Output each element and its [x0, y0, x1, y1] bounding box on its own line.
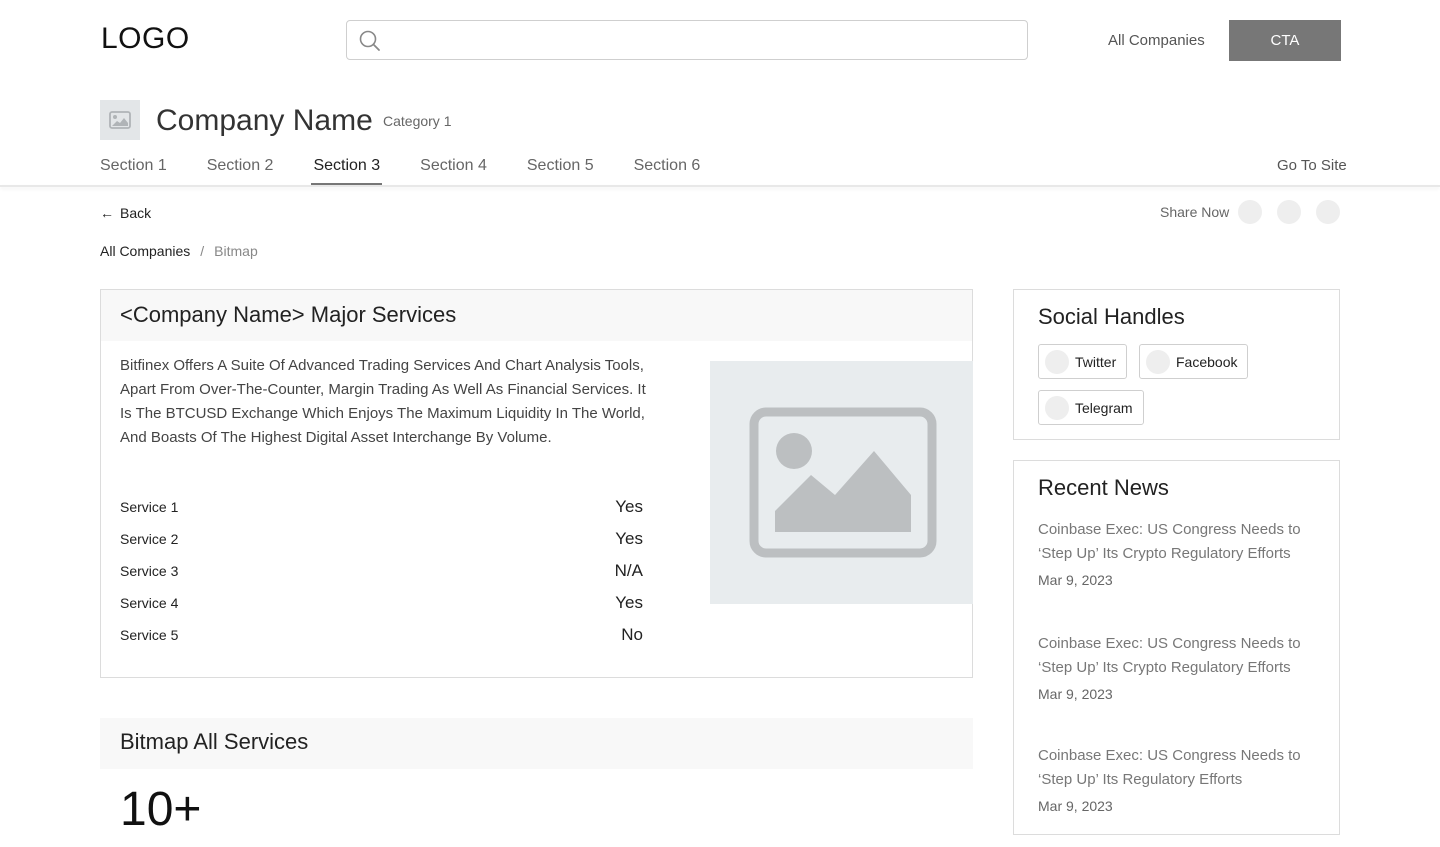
- go-to-site-link[interactable]: Go To Site: [1277, 157, 1347, 174]
- tab-section-1[interactable]: Section 1: [100, 157, 167, 175]
- news-headline-link[interactable]: Coinbase Exec: US Congress Needs to ‘Ste…: [1038, 632, 1318, 680]
- nav-all-companies-link[interactable]: All Companies: [1108, 32, 1205, 49]
- social-telegram-button[interactable]: Telegram: [1038, 390, 1144, 425]
- tab-section-5[interactable]: Section 5: [527, 157, 594, 175]
- news-headline-link[interactable]: Coinbase Exec: US Congress Needs to ‘Ste…: [1038, 518, 1318, 566]
- logo[interactable]: LOGO: [101, 22, 190, 56]
- service-image-placeholder: [710, 361, 973, 604]
- tab-section-3[interactable]: Section 3: [311, 157, 382, 185]
- company-name: Company Name: [156, 104, 373, 137]
- tab-section-4[interactable]: Section 4: [420, 157, 487, 175]
- service-row: Service 5 No: [120, 625, 643, 645]
- breadcrumb-current: Bitmap: [214, 243, 258, 259]
- services-description: Bitfinex Offers A Suite Of Advanced Trad…: [120, 357, 646, 446]
- share-icon-3[interactable]: [1316, 200, 1340, 224]
- service-name: Service 1: [120, 499, 179, 515]
- social-facebook-button[interactable]: Facebook: [1139, 344, 1249, 379]
- section-tabs: Section 1 Section 2 Section 3 Section 4 …: [100, 157, 740, 185]
- social-label: Telegram: [1075, 399, 1133, 416]
- share-icon-2[interactable]: [1277, 200, 1301, 224]
- breadcrumb: All Companies / Bitmap: [100, 243, 258, 259]
- news-date: Mar 9, 2023: [1038, 686, 1113, 702]
- service-value: Yes: [615, 593, 643, 612]
- news-date: Mar 9, 2023: [1038, 572, 1113, 588]
- news-item: Coinbase Exec: US Congress Needs to ‘Ste…: [1038, 744, 1318, 814]
- news-headline-link[interactable]: Coinbase Exec: US Congress Needs to ‘Ste…: [1038, 744, 1318, 792]
- image-placeholder-icon: [109, 111, 131, 129]
- service-value: No: [621, 625, 643, 644]
- service-row: Service 4 Yes: [120, 593, 643, 613]
- company-logo-placeholder: [100, 100, 140, 140]
- tab-section-2[interactable]: Section 2: [207, 157, 274, 175]
- service-row: Service 2 Yes: [120, 529, 643, 549]
- share-label: Share Now: [1160, 204, 1230, 220]
- service-name: Service 2: [120, 531, 179, 547]
- telegram-icon: [1045, 395, 1069, 420]
- breadcrumb-all-companies[interactable]: All Companies: [100, 243, 190, 259]
- search-bar[interactable]: [346, 20, 1028, 60]
- major-services-card: <Company Name> Major Services Bitfinex O…: [100, 289, 973, 678]
- back-button[interactable]: ← Back: [100, 205, 151, 221]
- service-value: Yes: [615, 529, 643, 548]
- all-services-count: 10+: [120, 783, 202, 836]
- service-name: Service 3: [120, 563, 179, 579]
- facebook-icon: [1146, 349, 1170, 374]
- service-row: Service 1 Yes: [120, 497, 643, 517]
- recent-news-title: Recent News: [1038, 475, 1169, 500]
- breadcrumb-separator: /: [200, 243, 205, 259]
- recent-news-card: Recent News Coinbase Exec: US Congress N…: [1013, 460, 1340, 835]
- service-value: Yes: [615, 497, 643, 516]
- cta-button[interactable]: CTA: [1229, 20, 1341, 61]
- social-twitter-button[interactable]: Twitter: [1038, 344, 1128, 379]
- header-divider: [0, 185, 1440, 187]
- social-handles-card: Social Handles Twitter Facebook Telegram: [1013, 289, 1340, 440]
- all-services-title: Bitmap All Services: [120, 729, 309, 754]
- service-name: Service 5: [120, 627, 179, 643]
- share-icon-1[interactable]: [1238, 200, 1262, 224]
- twitter-icon: [1045, 349, 1069, 374]
- arrow-left-icon: ←: [100, 205, 114, 221]
- news-item: Coinbase Exec: US Congress Needs to ‘Ste…: [1038, 632, 1318, 702]
- news-item: Coinbase Exec: US Congress Needs to ‘Ste…: [1038, 518, 1318, 588]
- search-input[interactable]: [391, 26, 1011, 54]
- image-placeholder-icon: [749, 407, 937, 558]
- card-title: <Company Name> Major Services: [120, 302, 457, 327]
- social-label: Facebook: [1176, 353, 1238, 370]
- company-category: Category 1: [383, 113, 452, 129]
- social-label: Twitter: [1075, 353, 1117, 370]
- back-label: Back: [120, 205, 152, 221]
- service-value: N/A: [614, 561, 643, 580]
- news-date: Mar 9, 2023: [1038, 798, 1113, 814]
- social-handles-title: Social Handles: [1038, 304, 1185, 329]
- all-services-header: Bitmap All Services: [100, 718, 973, 769]
- card-header: <Company Name> Major Services: [101, 290, 972, 341]
- service-name: Service 4: [120, 595, 179, 611]
- service-row: Service 3 N/A: [120, 561, 643, 581]
- search-icon: [359, 30, 380, 51]
- tab-section-6[interactable]: Section 6: [634, 157, 701, 175]
